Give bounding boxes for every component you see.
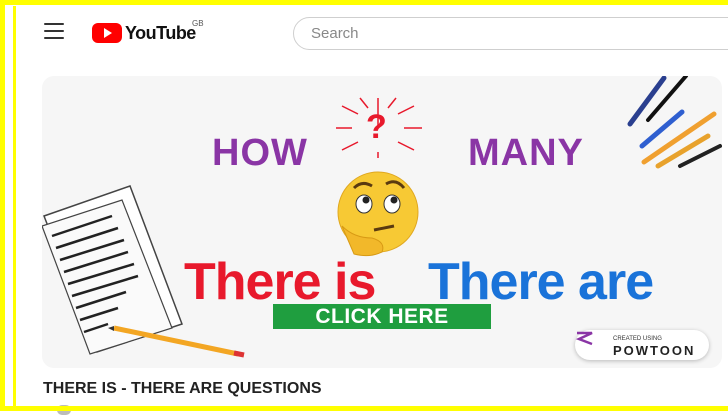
masthead: YouTube GB	[0, 0, 728, 64]
pencils-icon	[627, 76, 722, 169]
click-here-banner: CLICK HERE	[273, 304, 491, 329]
thinking-face-emoji	[337, 171, 419, 257]
logo-text: YouTube	[125, 22, 196, 43]
question-mark: ?	[366, 108, 387, 146]
badge-brand: POWTOON	[613, 343, 696, 358]
text-there-are: There are	[428, 253, 654, 311]
badge-caption: CREATED USING	[613, 336, 662, 342]
powtoon-badge: CREATED USING POWTOON	[575, 330, 709, 360]
video-thumbnail[interactable]: HOW ? MANY There is There are CLICK HERE…	[42, 76, 722, 368]
avatar[interactable]	[57, 405, 71, 415]
region-code: GB	[192, 19, 204, 28]
youtube-logo[interactable]: YouTube GB	[92, 19, 204, 43]
search-input[interactable]	[293, 17, 728, 50]
video-title[interactable]: THERE IS - THERE ARE QUESTIONS	[43, 380, 322, 398]
word-how: HOW	[212, 132, 308, 174]
menu-icon[interactable]	[44, 23, 64, 39]
youtube-play-icon	[92, 23, 122, 43]
text-there-is: There is	[184, 253, 376, 311]
powtoon-icon	[575, 331, 593, 346]
word-many: MANY	[468, 132, 584, 174]
